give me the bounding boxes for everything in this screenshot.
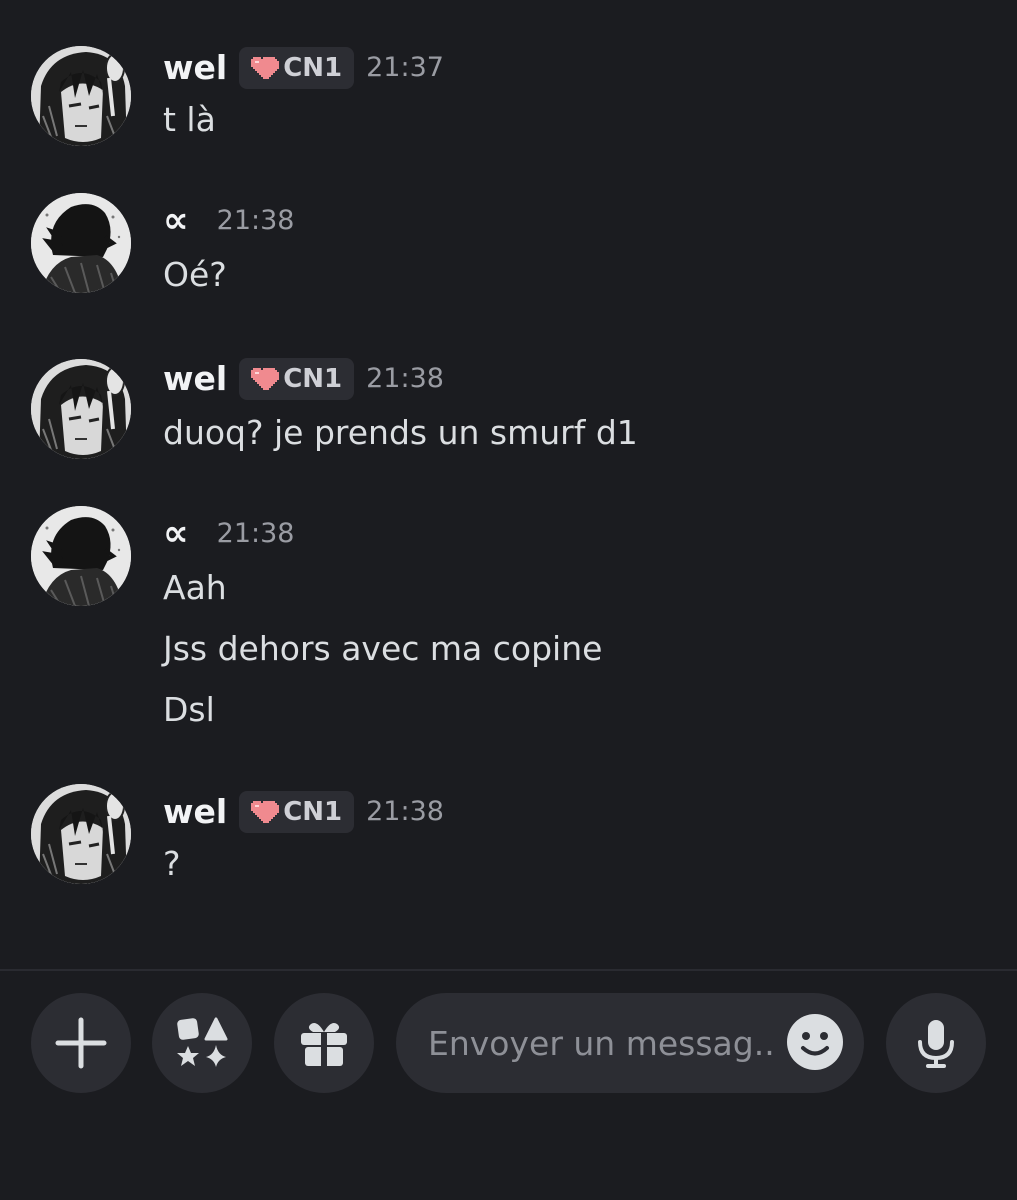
pixel-heart-icon bbox=[251, 801, 280, 823]
message-header: ∝ 21:38 bbox=[163, 512, 294, 556]
avatar-image bbox=[31, 506, 131, 606]
pixel-heart-icon bbox=[251, 57, 280, 79]
username[interactable]: wel bbox=[163, 46, 227, 90]
apps-button[interactable] bbox=[152, 993, 252, 1093]
message-header: wel CN1 21:37 bbox=[163, 46, 444, 90]
smiley-icon[interactable] bbox=[786, 1013, 844, 1071]
plus-icon bbox=[55, 1017, 107, 1069]
avatar-image bbox=[31, 359, 131, 459]
message-header: ∝ 21:38 bbox=[163, 199, 294, 243]
clan-tag-badge[interactable]: CN1 bbox=[239, 47, 355, 89]
avatar[interactable] bbox=[31, 506, 131, 606]
gift-icon bbox=[301, 1023, 347, 1066]
timestamp: 21:37 bbox=[366, 52, 444, 83]
message-text: Oé? bbox=[163, 255, 227, 294]
message-header: wel CN1 21:38 bbox=[163, 790, 444, 834]
message-text: Dsl bbox=[163, 690, 215, 729]
avatar-image bbox=[31, 46, 131, 146]
chat-screen: wel CN1 21:37 t là ∝ 21:38 Oé? wel CN1 2… bbox=[0, 0, 1017, 1200]
microphone-icon bbox=[918, 1020, 954, 1068]
message-input[interactable] bbox=[428, 1017, 778, 1069]
timestamp: 21:38 bbox=[366, 363, 444, 394]
avatar[interactable] bbox=[31, 46, 131, 146]
username[interactable]: wel bbox=[163, 790, 227, 834]
message-composer[interactable] bbox=[396, 993, 864, 1093]
timestamp: 21:38 bbox=[216, 518, 295, 549]
clan-tag-badge[interactable]: CN1 bbox=[239, 791, 355, 833]
clan-tag-badge[interactable]: CN1 bbox=[239, 358, 355, 400]
apps-shapes-icon bbox=[177, 1017, 228, 1067]
message-header: wel CN1 21:38 bbox=[163, 357, 444, 401]
avatar[interactable] bbox=[31, 359, 131, 459]
clan-tag-text: CN1 bbox=[283, 53, 343, 83]
composer-divider bbox=[0, 969, 1017, 971]
avatar-image bbox=[31, 784, 131, 884]
message-text: Aah bbox=[163, 568, 227, 607]
gift-button[interactable] bbox=[274, 993, 374, 1093]
message-text: duoq? je prends un smurf d1 bbox=[163, 413, 638, 452]
clan-tag-text: CN1 bbox=[283, 797, 343, 827]
timestamp: 21:38 bbox=[216, 205, 295, 236]
voice-message-button[interactable] bbox=[886, 993, 986, 1093]
message-text: t là bbox=[163, 100, 216, 139]
username[interactable]: wel bbox=[163, 357, 227, 401]
clan-tag-text: CN1 bbox=[283, 364, 343, 394]
message-text: Jss dehors avec ma copine bbox=[163, 629, 603, 668]
avatar[interactable] bbox=[31, 784, 131, 884]
username[interactable]: ∝ bbox=[163, 199, 189, 243]
pixel-heart-icon bbox=[251, 368, 280, 390]
avatar-image bbox=[31, 193, 131, 293]
attach-button[interactable] bbox=[31, 993, 131, 1093]
username[interactable]: ∝ bbox=[163, 512, 189, 556]
avatar[interactable] bbox=[31, 193, 131, 293]
timestamp: 21:38 bbox=[366, 796, 444, 827]
message-text: ? bbox=[163, 844, 181, 883]
